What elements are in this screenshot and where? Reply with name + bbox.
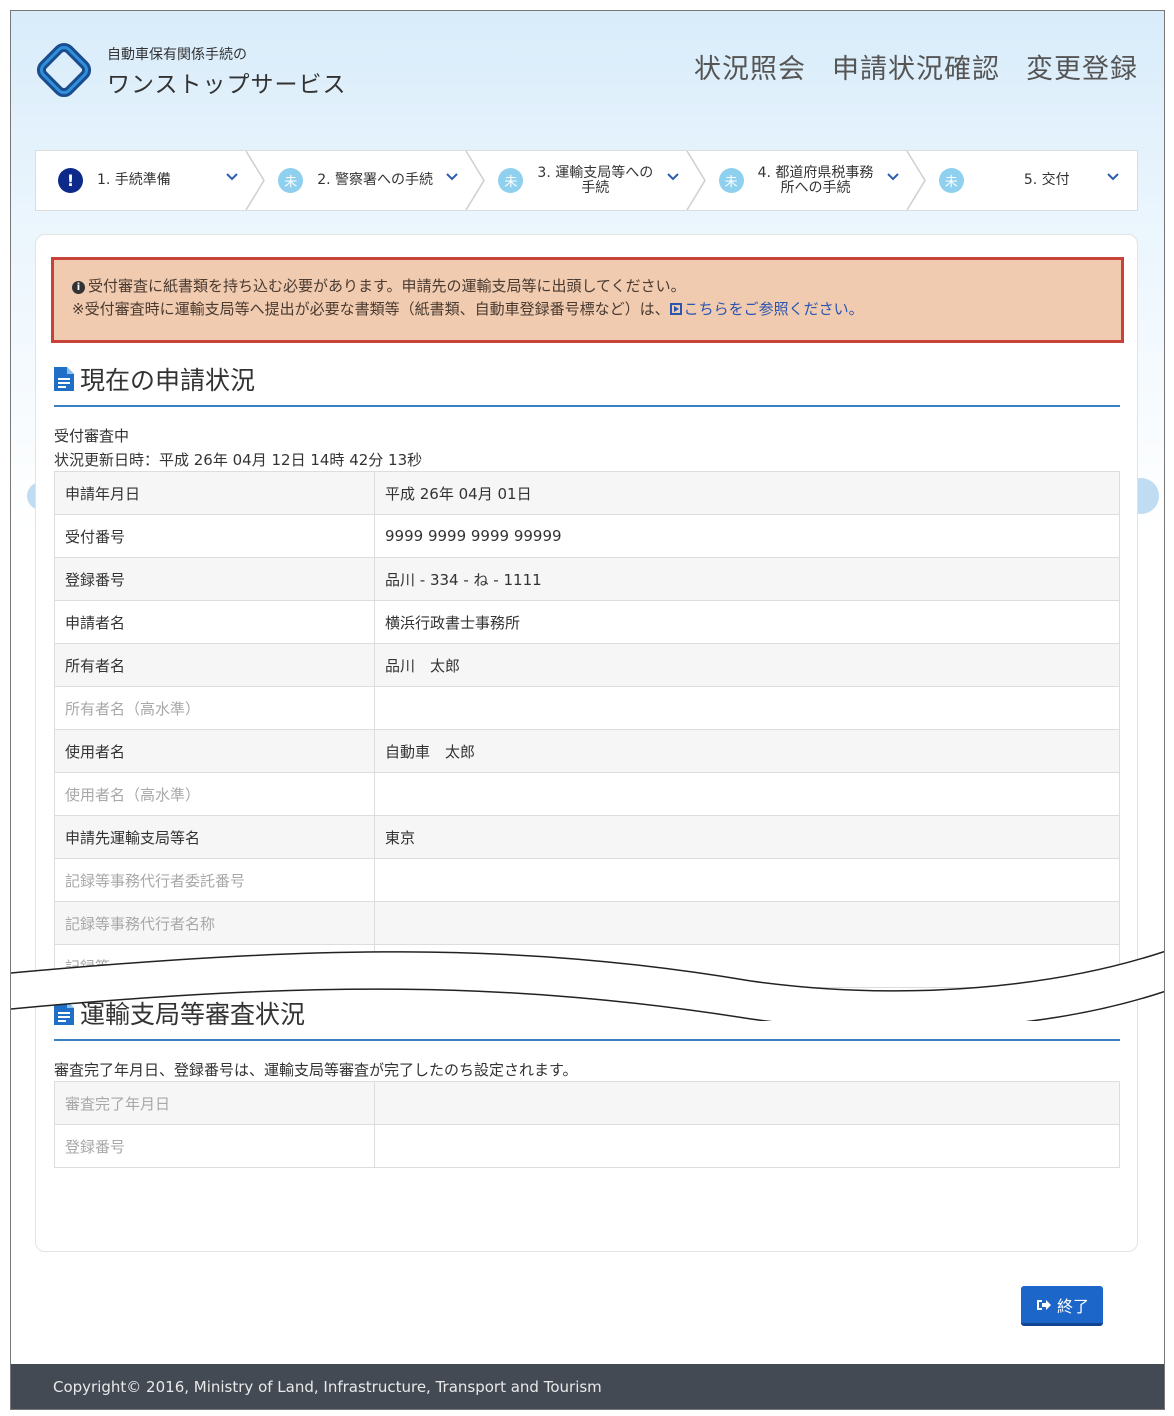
procedure-steps: ! 1. 手続準備 未 2. 警察署への手続 未 3. 運輸支局等への 手続 未… bbox=[35, 150, 1138, 211]
pending-icon: 未 bbox=[498, 168, 524, 193]
table-row: 申請者名 横浜行政書士事務所 bbox=[54, 600, 1120, 644]
row-value bbox=[374, 686, 1120, 730]
row-label: 審査完了年月日 bbox=[54, 1081, 375, 1125]
table-row: 所有者名（高水準） bbox=[54, 686, 1120, 730]
row-label: 登録番号 bbox=[54, 1124, 375, 1168]
table-row: 使用者名（高水準） bbox=[54, 772, 1120, 816]
nav-status-inquiry[interactable]: 状況照会 bbox=[694, 47, 806, 86]
row-label: 申請年月日 bbox=[54, 471, 375, 515]
step-5-label: 5. 交付 bbox=[1023, 172, 1070, 188]
step-separator bbox=[465, 151, 486, 210]
logo-subtitle: 自動車保有関係手続の bbox=[107, 47, 247, 63]
status-table: 申請年月日 平成 26年 04月 01日 受付番号 9999 9999 9999 99… bbox=[54, 471, 1120, 988]
row-label: 記録等事務代行者名称 bbox=[54, 901, 375, 945]
table-row: 申請年月日 平成 26年 04月 01日 bbox=[54, 471, 1120, 515]
external-link-icon bbox=[669, 303, 682, 315]
row-value bbox=[374, 772, 1120, 816]
alert-line-2: ※受付審査時に運輸支局等へ提出が必要な書類等（紙書類、自動車登録番号標など）は、… bbox=[72, 298, 1121, 321]
step-4-label: 4. 都道府県税事務 所への手続 bbox=[757, 164, 874, 196]
row-value bbox=[374, 901, 1120, 945]
status-state: 受付審査中 bbox=[54, 427, 130, 445]
footer: Copyright© 2016, Ministry of Land, Infra… bbox=[11, 1364, 1164, 1409]
sign-out-icon bbox=[1036, 1299, 1051, 1310]
row-value: 品川 太郎 bbox=[374, 643, 1120, 687]
row-label: 所有者名（高水準） bbox=[54, 686, 375, 730]
row-value: 品川 - 334 - ね - 1111 bbox=[374, 557, 1120, 601]
page-frame: 自動車保有関係手続の ワンストップサービス 状況照会 申請状況確認 変更登録 !… bbox=[10, 10, 1165, 1410]
row-value: 平成 26年 04月 01日 bbox=[374, 471, 1120, 515]
alert-message: i 受付審査に紙書類を持ち込む必要があります。申請先の運輸支局等に出頭してください… bbox=[51, 257, 1124, 343]
row-label: 受付番号 bbox=[54, 514, 375, 558]
info-icon: i bbox=[72, 281, 85, 294]
chevron-down-icon bbox=[666, 173, 679, 181]
chevron-down-icon bbox=[1107, 173, 1119, 181]
row-label: 所有者名 bbox=[54, 643, 375, 687]
step-5[interactable]: 未 5. 交付 bbox=[906, 151, 1137, 210]
step-1-label: 1. 手続準備 bbox=[97, 172, 171, 188]
step-4[interactable]: 未 4. 都道府県税事務 所への手続 bbox=[685, 151, 917, 210]
page-break-wave bbox=[11, 950, 1164, 1021]
alert-text-1: 受付審査に紙書類を持ち込む必要があります。申請先の運輸支局等に出頭してください。 bbox=[88, 277, 686, 295]
logo-title[interactable]: ワンストップサービス bbox=[107, 65, 347, 99]
review-table: 審査完了年月日 登録番号 bbox=[54, 1081, 1120, 1168]
row-value: 横浜行政書士事務所 bbox=[374, 600, 1120, 644]
table-row: 受付番号 9999 9999 9999 99999 bbox=[54, 514, 1120, 558]
table-row: 登録番号 品川 - 334 - ね - 1111 bbox=[54, 557, 1120, 601]
exit-button-label: 終了 bbox=[1056, 1296, 1089, 1316]
table-row: 所有者名 品川 太郎 bbox=[54, 643, 1120, 687]
table-row: 記録等事務代行者委託番号 bbox=[54, 858, 1120, 902]
alert-line-1: i 受付審査に紙書類を持ち込む必要があります。申請先の運輸支局等に出頭してください… bbox=[72, 275, 1121, 298]
status-section-title: 現在の申請状況 bbox=[80, 366, 256, 395]
step-3[interactable]: 未 3. 運輸支局等への 手続 bbox=[465, 151, 696, 210]
row-value bbox=[374, 858, 1120, 902]
step-3-label: 3. 運輸支局等への 手続 bbox=[537, 164, 654, 196]
row-label: 使用者名 bbox=[54, 729, 375, 773]
row-value bbox=[374, 1124, 1120, 1168]
copyright-text: Copyright© 2016, Ministry of Land, Infra… bbox=[53, 1378, 602, 1396]
chevron-down-icon bbox=[226, 173, 238, 181]
document-icon bbox=[54, 367, 74, 391]
main-panel: i 受付審査に紙書類を持ち込む必要があります。申請先の運輸支局等に出頭してください… bbox=[35, 234, 1138, 1252]
row-label: 登録番号 bbox=[54, 557, 375, 601]
alert-text-2: ※受付審査時に運輸支局等へ提出が必要な書類等（紙書類、自動車登録番号標など）は、 bbox=[72, 300, 670, 318]
reference-link[interactable]: こちらをご参照ください。 bbox=[669, 300, 864, 318]
step-2-label: 2. 警察署への手続 bbox=[317, 172, 434, 188]
pending-icon: 未 bbox=[718, 168, 744, 193]
reference-link-label: こちらをご参照ください。 bbox=[683, 300, 864, 318]
row-label: 記録等事務代行者委託番号 bbox=[54, 858, 375, 902]
table-row: 登録番号 bbox=[54, 1124, 1120, 1168]
nav-change-registration[interactable]: 変更登録 bbox=[1026, 47, 1138, 86]
step-separator bbox=[906, 151, 926, 210]
exclamation-icon: ! bbox=[58, 168, 83, 193]
nav-application-status[interactable]: 申請状況確認 bbox=[832, 47, 1000, 86]
review-note: 審査完了年月日、登録番号は、運輸支局等審査が完了したのち設定されます。 bbox=[54, 1061, 578, 1079]
main-nav: 状況照会 申請状況確認 変更登録 bbox=[694, 47, 1138, 86]
row-label: 申請者名 bbox=[54, 600, 375, 644]
chevron-down-icon bbox=[446, 173, 459, 181]
exit-button[interactable]: 終了 bbox=[1021, 1286, 1103, 1326]
status-updated: 状況更新日時：平成 26年 04月 12日 14時 42分 13秒 bbox=[54, 451, 423, 469]
step-1[interactable]: ! 1. 手続準備 bbox=[36, 151, 256, 210]
table-row: 審査完了年月日 bbox=[54, 1081, 1120, 1125]
diamond-logo-icon[interactable] bbox=[33, 39, 95, 101]
step-separator bbox=[245, 151, 266, 210]
table-row: 使用者名 自動車 太郎 bbox=[54, 729, 1120, 773]
row-value: 自動車 太郎 bbox=[374, 729, 1120, 773]
step-2[interactable]: 未 2. 警察署への手続 bbox=[245, 151, 476, 210]
table-row: 記録等事務代行者名称 bbox=[54, 901, 1120, 945]
pending-icon: 未 bbox=[938, 168, 964, 193]
row-label: 申請先運輸支局等名 bbox=[54, 815, 375, 859]
row-value: 東京 bbox=[374, 815, 1120, 859]
row-value bbox=[374, 1081, 1120, 1125]
step-separator bbox=[685, 151, 706, 210]
pending-icon: 未 bbox=[278, 168, 304, 193]
chevron-down-icon bbox=[887, 173, 899, 181]
row-value: 9999 9999 9999 99999 bbox=[374, 514, 1120, 558]
row-label: 使用者名（高水準） bbox=[54, 772, 375, 816]
status-section-header: 現在の申請状況 bbox=[54, 361, 1120, 407]
table-row: 申請先運輸支局等名 東京 bbox=[54, 815, 1120, 859]
